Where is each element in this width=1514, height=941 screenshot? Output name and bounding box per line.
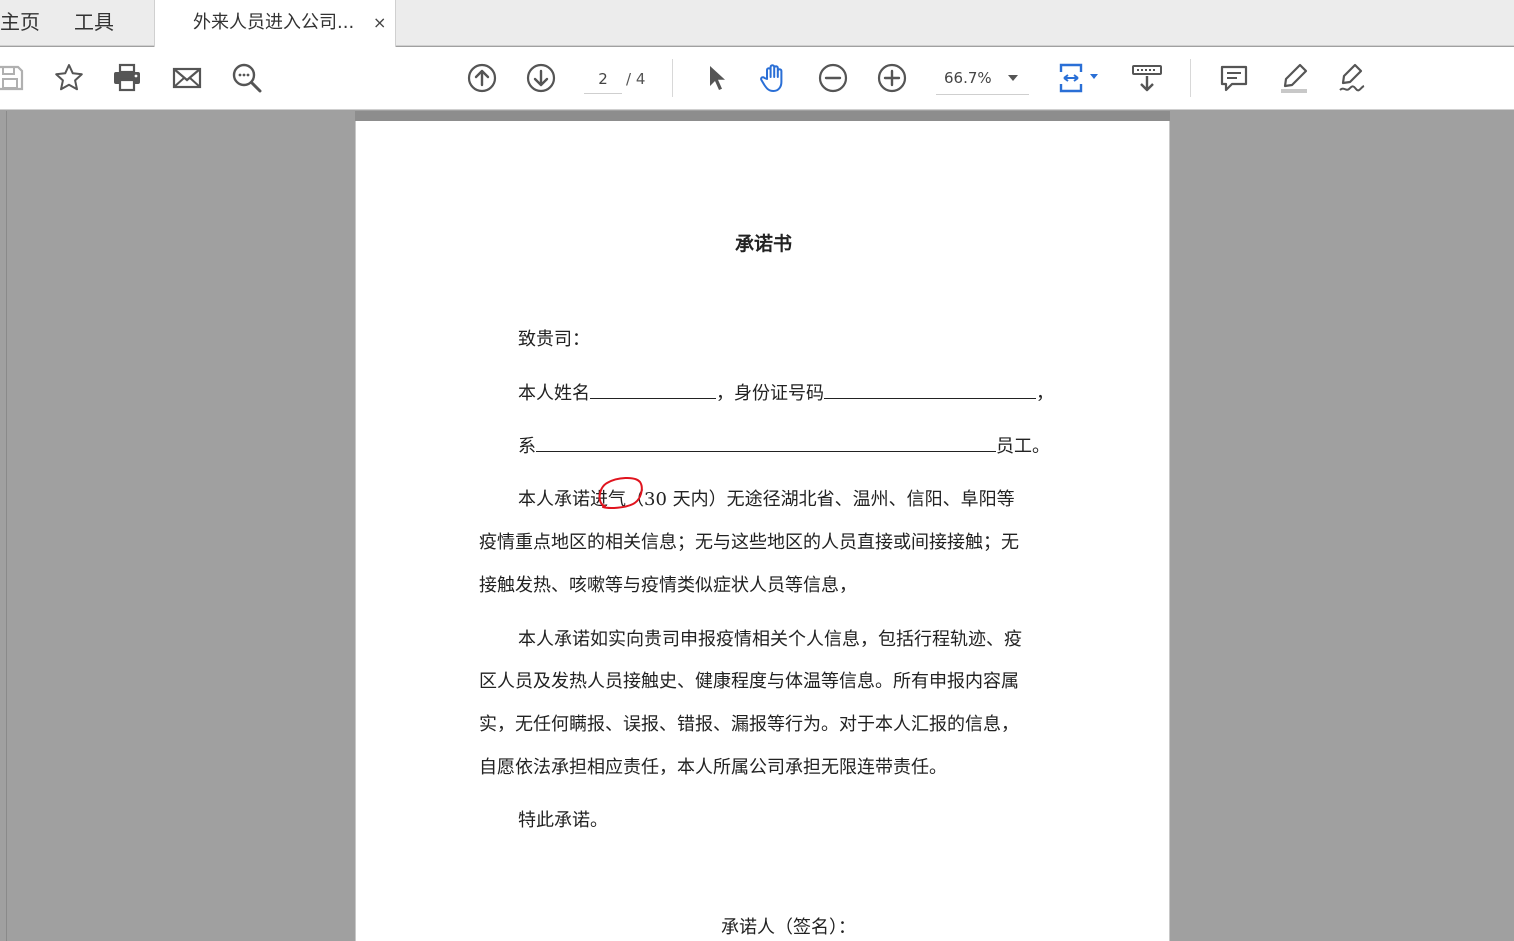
tab-home[interactable]: 主页: [0, 0, 40, 46]
print-icon[interactable]: [109, 60, 145, 96]
closing: 特此承诺。: [518, 810, 608, 831]
paragraph-2-line-1: 本人承诺如实向贵司申报疫情相关个人信息，包括行程轨迹、疫: [518, 629, 1022, 650]
zoom-select[interactable]: 66.7%: [936, 63, 1029, 95]
toolbar-divider: [672, 59, 673, 97]
id-blank: [824, 381, 1036, 399]
line-end-comma: ，: [1036, 383, 1054, 404]
name-label: 本人姓名: [518, 383, 590, 404]
tab-bar: 主页 工具 外来人员进入公司... ×: [0, 0, 1514, 47]
tab-document[interactable]: 外来人员进入公司... ×: [154, 0, 396, 47]
paragraph-2-line-2: 区人员及发热人员接触史、健康程度与体温等信息。所有申报内容属: [479, 671, 1019, 692]
zoom-value: 66.7%: [944, 69, 992, 87]
affiliation-prefix: 系: [518, 436, 536, 457]
scroll-mode-icon[interactable]: [1129, 60, 1165, 96]
toolbar: / 4 66.7%: [0, 47, 1514, 110]
document-tab-title: 外来人员进入公司...: [193, 12, 355, 33]
save-icon[interactable]: [0, 60, 28, 96]
search-icon[interactable]: [229, 60, 265, 96]
close-icon[interactable]: ×: [373, 0, 386, 46]
name-blank: [590, 381, 716, 399]
select-cursor-icon[interactable]: [698, 60, 734, 96]
name-id-line: 本人姓名 ，身份证号码 ，: [518, 379, 1054, 405]
document-title: 承诺书: [734, 233, 792, 255]
toolbar-divider: [1190, 59, 1191, 97]
paragraph-1-line-2: 疫情重点地区的相关信息；无与这些地区的人员直接或间接接触；无: [479, 532, 1019, 553]
paragraph-2-line-4: 自愿依法承担相应责任，本人所属公司承担无限连带责任。: [479, 757, 947, 778]
zoom-in-icon[interactable]: [874, 60, 910, 96]
affiliation-suffix: 员工。: [996, 436, 1050, 457]
tab-tools[interactable]: 工具: [74, 0, 114, 46]
fit-page-icon[interactable]: [1056, 60, 1104, 96]
id-label: ，身份证号码: [716, 383, 824, 404]
chevron-down-icon: [1008, 75, 1018, 81]
highlight-pen-icon[interactable]: [1276, 60, 1312, 96]
sign-icon[interactable]: [1335, 60, 1371, 96]
paragraph-2-line-3: 实，无任何瞒报、误报、错报、漏报等行为。对于本人汇报的信息，: [479, 714, 1019, 735]
previous-page-edge: [355, 111, 1170, 121]
email-icon[interactable]: [169, 60, 205, 96]
affiliation-blank: [536, 434, 996, 452]
document-page: 承诺书 致贵司： 本人姓名 ，身份证号码 ， 系 员工。 本人承诺进气（30 天内）无…: [355, 121, 1170, 941]
affiliation-line: 系 员工。: [518, 432, 1050, 458]
bookmark-star-icon[interactable]: [51, 60, 87, 96]
signature-label: 承诺人（签名）：: [721, 917, 856, 938]
page-up-icon[interactable]: [464, 60, 500, 96]
page-down-icon[interactable]: [523, 60, 559, 96]
freehand-circle-annotation[interactable]: [595, 476, 645, 512]
paragraph-1-line-1: 本人承诺进气（30 天内）无途径湖北省、温州、信阳、阜阳等: [518, 489, 1015, 510]
page-total: / 4: [626, 70, 646, 88]
greeting: 致贵司：: [518, 329, 590, 350]
hand-tool-icon[interactable]: [756, 60, 792, 96]
page-number-input[interactable]: [584, 64, 622, 94]
zoom-out-icon[interactable]: [815, 60, 851, 96]
paragraph-1-line-3: 接触发热、咳嗽等与疫情类似症状人员等信息，: [479, 575, 857, 596]
comment-icon[interactable]: [1216, 60, 1252, 96]
